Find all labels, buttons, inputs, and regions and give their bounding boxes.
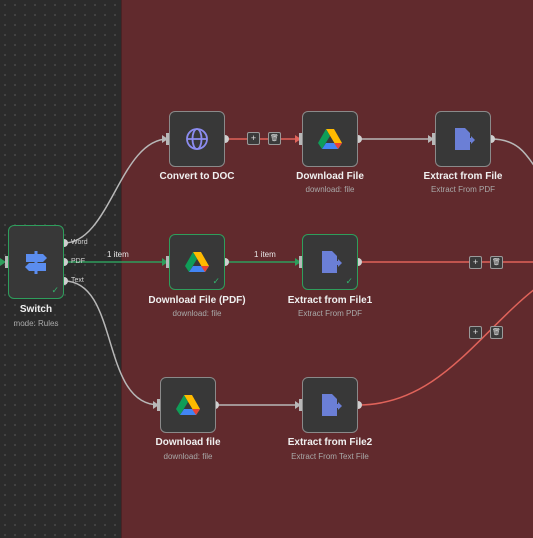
node-subtitle-extract-from-file1: Extract From PDF bbox=[297, 309, 362, 318]
node-title-download-file-pdf: Download File (PDF) bbox=[148, 295, 246, 306]
node-extract-from-file1[interactable]: ✓ bbox=[302, 234, 358, 290]
node-subtitle-extract-from-file2: Extract From Text File bbox=[291, 452, 369, 461]
workflow-canvas[interactable]: ✓ Switch mode: Rules Word PDF Text Conve… bbox=[0, 0, 533, 538]
node-title-convert-to-doc: Convert to DOC bbox=[159, 171, 235, 182]
google-drive-icon bbox=[318, 129, 342, 149]
add-node-button[interactable]: + bbox=[247, 132, 260, 145]
connection-switch-word-to-convert[interactable] bbox=[63, 138, 169, 244]
edge-label-pdf-extract1: 1 item bbox=[254, 250, 276, 259]
google-drive-icon bbox=[185, 252, 209, 272]
node-title-download-file: Download File bbox=[296, 171, 364, 182]
google-drive-icon bbox=[176, 395, 200, 415]
node-extract-from-file2[interactable] bbox=[302, 377, 358, 433]
edge-label-switch-pdf: 1 item bbox=[107, 250, 129, 259]
connection-extract-out[interactable] bbox=[490, 138, 533, 175]
node-subtitle-extract-from-file: Extract From PDF bbox=[430, 185, 495, 194]
signpost-icon bbox=[25, 251, 47, 274]
node-title-extract-from-file2: Extract from File2 bbox=[287, 437, 373, 448]
node-download-file-pdf[interactable]: ✓ bbox=[169, 234, 225, 290]
node-title-extract-from-file1: Extract from File1 bbox=[287, 295, 373, 306]
switch-output-word-label: Word bbox=[71, 239, 88, 246]
file-export-icon bbox=[455, 128, 475, 150]
node-subtitle-download-file-lower: download: file bbox=[163, 452, 213, 461]
delete-connection-button[interactable]: 🗑 bbox=[268, 132, 281, 145]
node-subtitle-download-file: download: file bbox=[305, 185, 355, 194]
add-node-button[interactable]: + bbox=[469, 256, 482, 269]
node-title-download-file-lower: Download file bbox=[155, 437, 221, 448]
file-export-icon bbox=[322, 251, 342, 273]
success-check-icon: ✓ bbox=[212, 276, 220, 286]
success-check-icon: ✓ bbox=[345, 276, 353, 286]
node-subtitle-download-file-pdf: download: file bbox=[172, 309, 222, 318]
node-convert-to-doc[interactable] bbox=[169, 111, 225, 167]
delete-connection-button[interactable]: 🗑 bbox=[490, 256, 503, 269]
delete-connection-button[interactable]: 🗑 bbox=[490, 326, 503, 339]
globe-icon bbox=[186, 128, 208, 150]
switch-output-text-label: Text bbox=[71, 277, 84, 284]
node-download-file-lower[interactable] bbox=[160, 377, 216, 433]
switch-output-pdf-label: PDF bbox=[71, 258, 85, 265]
node-title-extract-from-file: Extract from File bbox=[423, 171, 503, 182]
node-title-switch: Switch bbox=[19, 304, 53, 315]
add-node-button[interactable]: + bbox=[469, 326, 482, 339]
node-extract-from-file[interactable] bbox=[435, 111, 491, 167]
node-download-file[interactable] bbox=[302, 111, 358, 167]
success-check-icon: ✓ bbox=[51, 285, 59, 295]
file-export-icon bbox=[322, 394, 342, 416]
node-subtitle-switch: mode: Rules bbox=[13, 319, 59, 328]
node-switch[interactable]: ✓ bbox=[8, 225, 64, 299]
